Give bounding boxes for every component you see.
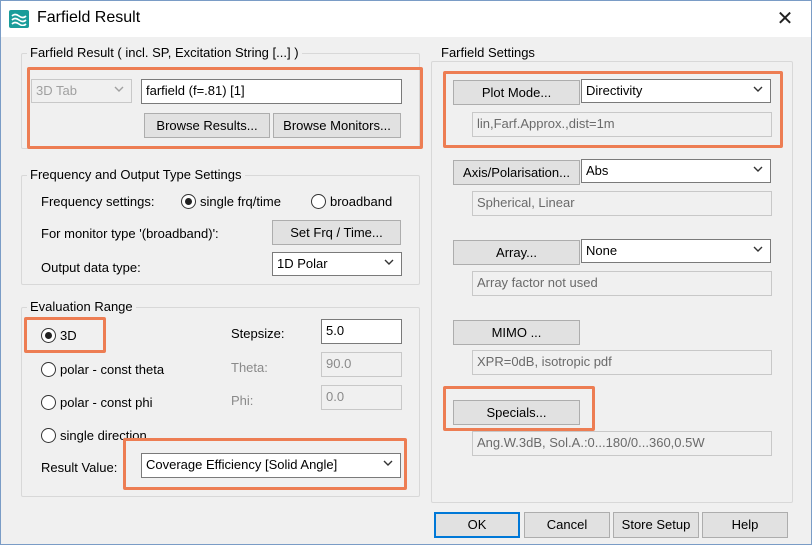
chevron-down-icon <box>384 259 394 265</box>
array-summary: Array factor not used <box>472 271 772 296</box>
stepsize-field[interactable]: 5.0 <box>321 319 402 344</box>
ok-button[interactable]: OK <box>434 512 520 538</box>
highlight-specials <box>443 386 595 431</box>
radio-broadband-indicator <box>311 194 326 209</box>
wave-icon <box>9 10 29 28</box>
mimo-button[interactable]: MIMO ... <box>453 320 580 345</box>
radio-polar-const-theta-indicator <box>41 362 56 377</box>
store-setup-button[interactable]: Store Setup <box>613 512 699 538</box>
chevron-down-icon <box>753 246 763 252</box>
axis-polarisation-value: Abs <box>586 163 609 178</box>
output-data-type-select[interactable]: 1D Polar <box>272 252 402 276</box>
cancel-button[interactable]: Cancel <box>524 512 610 538</box>
array-value: None <box>586 243 618 258</box>
radio-single-frq-indicator <box>181 194 196 209</box>
frequency-output-group-title: Frequency and Output Type Settings <box>27 167 245 182</box>
window-title: Farfield Result <box>37 9 141 26</box>
highlight-result-value <box>123 438 407 490</box>
radio-single-frq[interactable]: single frq/time <box>181 194 281 209</box>
radio-single-frq-label: single frq/time <box>200 194 281 209</box>
highlight-plot-mode <box>443 71 783 148</box>
radio-polar-const-phi-indicator <box>41 395 56 410</box>
radio-polar-const-theta[interactable]: polar - const theta <box>41 362 164 377</box>
stepsize-label: Stepsize: <box>231 326 285 341</box>
help-button[interactable]: Help <box>702 512 788 538</box>
close-icon[interactable]: ✕ <box>767 5 803 33</box>
array-button[interactable]: Array... <box>453 240 580 265</box>
theta-label: Theta: <box>231 360 268 375</box>
mimo-summary: XPR=0dB, isotropic pdf <box>472 350 772 375</box>
farfield-result-group-title: Farfield Result ( incl. SP, Excitation S… <box>27 45 302 60</box>
output-data-type-label: Output data type: <box>41 260 141 275</box>
radio-polar-const-phi[interactable]: polar - const phi <box>41 395 153 410</box>
specials-summary: Ang.W.3dB, Sol.A.:0...180/0...360,0.5W <box>472 431 772 456</box>
phi-label: Phi: <box>231 393 254 408</box>
phi-field[interactable]: 0.0 <box>321 385 402 410</box>
radio-polar-const-phi-label: polar - const phi <box>60 395 153 410</box>
set-frq-time-button[interactable]: Set Frq / Time... <box>272 220 401 245</box>
highlight-farfield-result <box>27 67 423 149</box>
axis-polarisation-select[interactable]: Abs <box>581 159 771 183</box>
radio-polar-const-theta-label: polar - const theta <box>60 362 165 377</box>
theta-field[interactable]: 90.0 <box>321 352 402 377</box>
chevron-down-icon <box>753 166 763 172</box>
array-select[interactable]: None <box>581 239 771 263</box>
radio-single-direction-indicator <box>41 428 56 443</box>
farfield-settings-group-title: Farfield Settings <box>438 45 538 60</box>
output-data-type-value: 1D Polar <box>277 256 328 271</box>
axis-polarisation-summary: Spherical, Linear <box>472 191 772 216</box>
axis-polarisation-button[interactable]: Axis/Polarisation... <box>453 160 580 185</box>
highlight-3d-option <box>24 317 106 353</box>
evaluation-range-group-title: Evaluation Range <box>27 299 136 314</box>
title-bar: Farfield Result ✕ <box>1 1 811 37</box>
monitor-type-label: For monitor type '(broadband)': <box>41 226 219 241</box>
radio-broadband-label: broadband <box>330 194 393 209</box>
result-value-label: Result Value: <box>41 460 118 475</box>
radio-broadband[interactable]: broadband <box>311 194 392 209</box>
frequency-settings-label: Frequency settings: <box>41 194 155 209</box>
farfield-result-dialog: Farfield Result ✕ Farfield Result ( incl… <box>0 0 812 545</box>
